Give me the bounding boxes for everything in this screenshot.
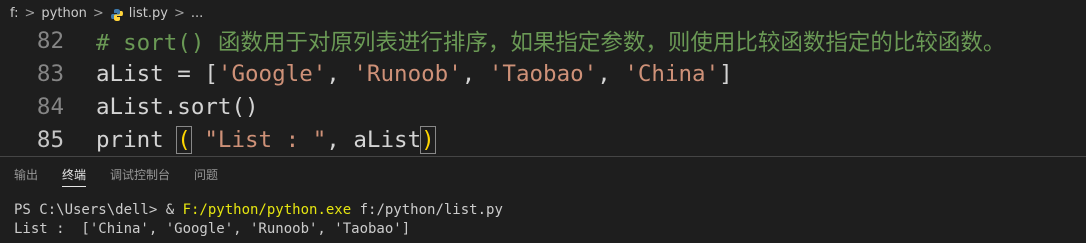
terminal-argument: f:/python/list.py — [351, 202, 503, 218]
breadcrumb-file[interactable]: list.py — [129, 6, 168, 21]
bracket-match: ) — [420, 125, 436, 154]
terminal-exe-path: F:/python/python.exe — [182, 202, 352, 218]
code-token: print — [96, 126, 178, 153]
breadcrumb: f: > python > list.py > ... — [0, 0, 1086, 27]
chevron-right-icon: > — [173, 6, 185, 21]
code-line[interactable]: 82 # sort() 函数用于对原列表进行排序，如果指定参数，则使用比较函数指… — [0, 27, 1086, 57]
tab-debug-console[interactable]: 调试控制台 — [110, 157, 170, 193]
terminal-output: List : ['China', 'Google', 'Runoob', 'Ta… — [14, 221, 411, 237]
code-text: print ( "List : ", aList) — [96, 125, 436, 154]
terminal-prompt: PS C:\Users\dell> & — [14, 202, 183, 218]
breadcrumb-symbols[interactable]: ... — [191, 6, 203, 21]
bottom-panel: 输出 终端 调试控制台 问题 PS C:\Users\dell> & F:/py… — [0, 157, 1086, 243]
breadcrumb-folder[interactable]: python — [41, 6, 86, 21]
bracket-match: ( — [176, 125, 192, 154]
code-text: aList.sort() — [96, 93, 259, 120]
terminal-command-line[interactable]: PS C:\Users\dell> & F:/python/python.exe… — [14, 202, 503, 218]
tab-problems[interactable]: 问题 — [194, 157, 218, 193]
line-number: 82 — [36, 27, 64, 54]
tab-terminal[interactable]: 终端 — [62, 157, 87, 193]
panel-tabs: 输出 终端 调试控制台 问题 — [0, 157, 228, 193]
code-token: ] — [719, 60, 733, 87]
terminal-output-line[interactable]: List : ['China', 'Google', 'Runoob', 'Ta… — [14, 221, 410, 237]
code-token: , aList — [326, 126, 422, 153]
code-token: , — [597, 60, 625, 87]
line-number: 85 — [36, 126, 64, 153]
breadcrumb-drive[interactable]: f: — [10, 6, 19, 21]
python-file-icon — [110, 8, 124, 22]
line-number: 83 — [36, 60, 64, 87]
string-literal: 'Runoob' — [353, 60, 462, 87]
code-line[interactable]: 83 aList = ['Google', 'Runoob', 'Taobao'… — [0, 57, 1086, 90]
code-line[interactable]: 85 print ( "List : ", aList) — [0, 123, 1086, 156]
chevron-right-icon: > — [92, 6, 104, 21]
string-literal: 'Taobao' — [488, 60, 598, 87]
code-token: , — [326, 60, 354, 87]
line-number: 84 — [36, 93, 64, 120]
chevron-right-icon: > — [24, 6, 36, 21]
code-text: aList = ['Google', 'Runoob', 'Taobao', '… — [96, 61, 733, 87]
tab-output[interactable]: 输出 — [14, 157, 38, 193]
code-token: , — [461, 60, 489, 87]
string-literal: 'Google' — [217, 60, 327, 87]
string-literal: "List : " — [204, 126, 327, 153]
code-token: aList = [ — [96, 60, 218, 87]
code-comment: # sort() 函数用于对原列表进行排序，如果指定参数，则使用比较函数指定的比… — [96, 29, 1006, 56]
string-literal: 'China' — [624, 60, 720, 87]
code-line[interactable]: 84 aList.sort() — [0, 90, 1086, 123]
code-editor[interactable]: 82 # sort() 函数用于对原列表进行排序，如果指定参数，则使用比较函数指… — [0, 27, 1086, 156]
